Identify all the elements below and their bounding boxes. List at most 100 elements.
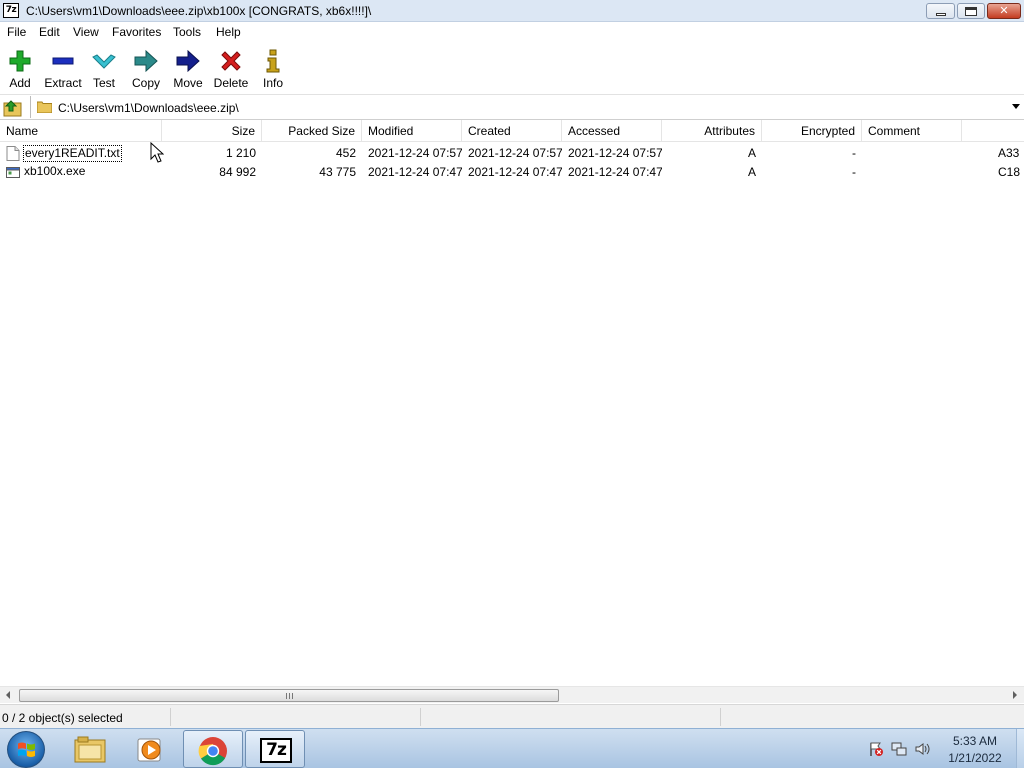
info-label: Info xyxy=(262,76,283,90)
file-crc: C18 xyxy=(998,165,1021,179)
address-bar: C:\Users\vm1\Downloads\eee.zip\ xyxy=(0,94,1024,120)
copy-label: Copy xyxy=(131,76,160,90)
file-accessed: 2021-12-24 07:57 xyxy=(568,146,662,160)
column-header: Name Size Packed Size Modified Created A… xyxy=(0,120,1024,142)
show-desktop-button[interactable] xyxy=(1016,729,1024,768)
status-divider xyxy=(170,708,171,726)
column-created[interactable]: Created xyxy=(462,120,562,142)
column-accessed[interactable]: Accessed xyxy=(562,120,662,142)
file-packed-size: 452 xyxy=(335,146,356,160)
file-packed-size: 43 775 xyxy=(319,165,356,179)
menu-file[interactable]: File xyxy=(7,25,26,39)
clock-date[interactable]: 1/21/2022 xyxy=(930,751,1020,765)
7zip-app-icon[interactable]: 7z xyxy=(3,3,19,18)
column-size[interactable]: Size xyxy=(162,120,262,142)
file-size: 1 210 xyxy=(225,146,256,160)
exe-file-icon xyxy=(6,167,20,178)
7zip-taskbar-button[interactable]: 7z xyxy=(245,730,305,768)
add-button[interactable]: Add xyxy=(3,46,37,92)
7zip-icon: 7z xyxy=(260,738,292,763)
move-arrow-icon xyxy=(176,49,200,73)
minus-icon xyxy=(52,57,74,65)
copy-button[interactable]: Copy xyxy=(128,46,164,92)
status-divider xyxy=(720,708,721,726)
path-text: C:\Users\vm1\Downloads\eee.zip\ xyxy=(58,101,239,115)
file-created: 2021-12-24 07:47 xyxy=(468,165,562,179)
menu-edit[interactable]: Edit xyxy=(39,25,60,39)
selection-status: 0 / 2 object(s) selected xyxy=(2,711,123,725)
folder-up-icon[interactable] xyxy=(3,98,23,117)
move-label: Move xyxy=(173,76,203,90)
mouse-cursor-icon xyxy=(150,142,164,163)
menu-help[interactable]: Help xyxy=(216,25,241,39)
file-attributes: A xyxy=(747,146,756,160)
menu-tools[interactable]: Tools xyxy=(173,25,201,39)
column-comment[interactable]: Comment xyxy=(862,120,962,142)
maximize-button[interactable] xyxy=(957,3,985,19)
network-icon[interactable] xyxy=(891,741,907,757)
action-center-flag-icon[interactable] xyxy=(868,741,884,757)
chrome-icon xyxy=(198,737,227,766)
explorer-taskbar-button[interactable] xyxy=(60,730,120,768)
delete-x-icon xyxy=(221,51,241,71)
test-label: Test xyxy=(92,76,115,90)
column-overflow xyxy=(962,120,1024,142)
file-encrypted: - xyxy=(852,146,856,160)
column-attributes[interactable]: Attributes xyxy=(662,120,762,142)
file-modified: 2021-12-24 07:47 xyxy=(368,165,462,179)
start-button[interactable] xyxy=(7,731,45,768)
toolbar: Add Extract Test Copy Move Delete Info xyxy=(0,42,1024,94)
menu-view[interactable]: View xyxy=(73,25,99,39)
minimize-icon xyxy=(936,13,946,16)
chrome-taskbar-button[interactable] xyxy=(183,730,243,768)
column-packed-size[interactable]: Packed Size xyxy=(262,120,362,142)
path-dropdown-icon[interactable] xyxy=(1012,104,1020,109)
column-name[interactable]: Name xyxy=(0,120,162,142)
file-comment xyxy=(862,163,962,182)
file-accessed: 2021-12-24 07:47 xyxy=(568,165,662,179)
info-button[interactable]: Info xyxy=(258,46,288,92)
minimize-button[interactable] xyxy=(926,3,955,19)
file-list[interactable]: Name Size Packed Size Modified Created A… xyxy=(0,120,1024,686)
grip-icon xyxy=(286,693,293,699)
close-icon: ✕ xyxy=(999,4,1009,17)
column-encrypted[interactable]: Encrypted xyxy=(762,120,862,142)
path-combobox[interactable]: C:\Users\vm1\Downloads\eee.zip\ xyxy=(30,96,1024,118)
file-name[interactable]: xb100x.exe xyxy=(23,164,86,181)
delete-button[interactable]: Delete xyxy=(211,46,251,92)
test-button[interactable]: Test xyxy=(88,46,120,92)
add-label: Add xyxy=(9,76,31,90)
title-bar: 7z C:\Users\vm1\Downloads\eee.zip\xb100x… xyxy=(0,0,1024,22)
close-button[interactable]: ✕ xyxy=(987,3,1021,19)
scroll-left-icon[interactable] xyxy=(6,691,10,699)
volume-icon[interactable] xyxy=(914,741,930,757)
table-row[interactable]: xb100x.exe 84 992 43 775 2021-12-24 07:4… xyxy=(0,163,1024,182)
media-player-icon xyxy=(137,738,161,762)
file-attributes: A xyxy=(747,165,756,179)
extract-label: Extract xyxy=(44,76,82,90)
file-created: 2021-12-24 07:57 xyxy=(468,146,562,160)
column-modified[interactable]: Modified xyxy=(362,120,462,142)
windows-logo-icon xyxy=(18,742,35,757)
file-modified: 2021-12-24 07:57 xyxy=(368,146,462,160)
horizontal-scrollbar[interactable] xyxy=(0,686,1024,703)
text-file-icon xyxy=(6,146,20,161)
window-title: C:\Users\vm1\Downloads\eee.zip\xb100x [C… xyxy=(26,4,372,18)
extract-button[interactable]: Extract xyxy=(42,46,84,92)
plus-icon xyxy=(9,50,31,72)
move-button[interactable]: Move xyxy=(170,46,206,92)
file-crc: A33 xyxy=(998,146,1020,160)
taskbar: 7z 5:33 AM 1/21/2022 xyxy=(0,728,1024,768)
check-icon xyxy=(92,54,116,69)
file-name[interactable]: every1READIT.txt xyxy=(23,145,122,162)
file-size: 84 992 xyxy=(219,165,256,179)
clock-time[interactable]: 5:33 AM xyxy=(930,734,1020,748)
scroll-right-icon[interactable] xyxy=(1013,691,1017,699)
scrollbar-thumb[interactable] xyxy=(19,689,559,702)
file-encrypted: - xyxy=(852,165,856,179)
explorer-icon xyxy=(74,736,106,763)
menu-favorites[interactable]: Favorites xyxy=(112,25,161,39)
maximize-icon xyxy=(965,7,977,16)
media-player-taskbar-button[interactable] xyxy=(121,730,181,768)
status-bar: 0 / 2 object(s) selected xyxy=(0,704,1024,728)
